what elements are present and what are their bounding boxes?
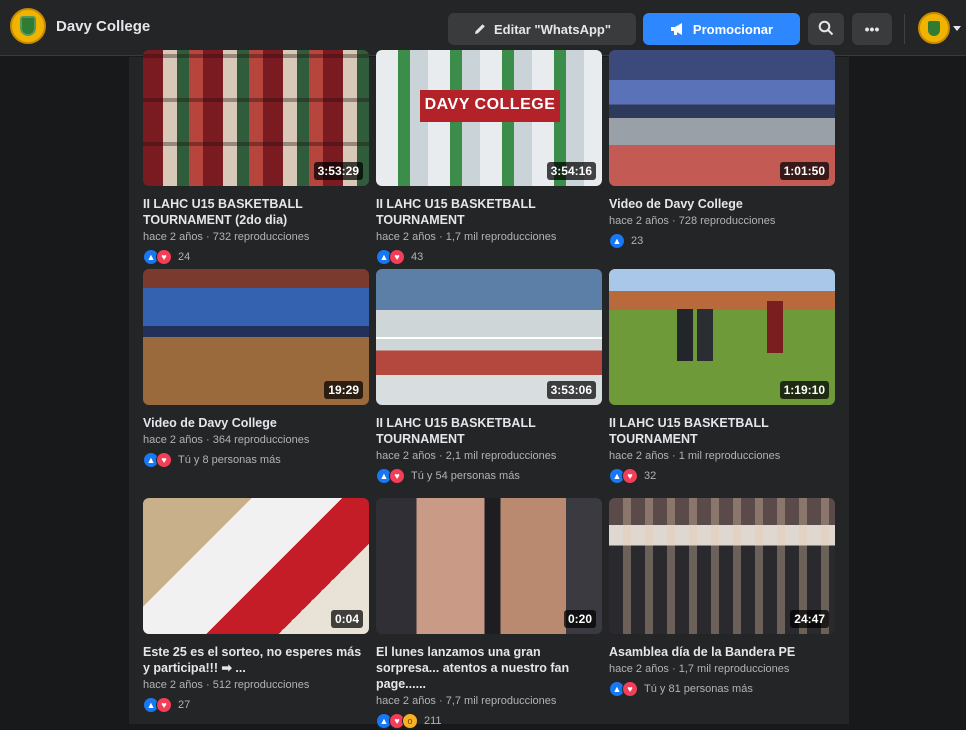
reactions-summary[interactable]: ▲ ♥ 32 (609, 467, 835, 485)
search-button[interactable] (808, 13, 844, 45)
video-thumbnail[interactable]: 0:20 (376, 498, 602, 634)
love-reaction-icon: ♥ (622, 681, 638, 697)
video-card[interactable]: 0:04 Este 25 es el sorteo, no esperes más… (143, 498, 369, 714)
video-title[interactable]: II LAHC U15 BASKETBALL TOURNAMENT (376, 196, 602, 228)
crest-icon (928, 20, 940, 36)
reaction-count: Tú y 8 personas más (178, 454, 281, 466)
video-card[interactable]: 1:19:10 II LAHC U15 BASKETBALL TOURNAMENT… (609, 269, 835, 485)
video-title[interactable]: II LAHC U15 BASKETBALL TOURNAMENT (376, 415, 602, 447)
video-duration: 0:04 (330, 610, 363, 628)
video-title[interactable]: II LAHC U15 BASKETBALL TOURNAMENT (609, 415, 835, 447)
video-meta: hace 2 años · 7,7 mil reproducciones (376, 695, 557, 707)
video-thumbnail[interactable]: 0:04 (143, 498, 369, 634)
video-card[interactable]: 24:47 Asamblea día de la Bandera PE hace 2… (609, 498, 835, 698)
video-title[interactable]: II LAHC U15 BASKETBALL TOURNAMENT (2do d… (143, 196, 369, 228)
video-thumbnail[interactable]: 1:01:50 (609, 50, 835, 186)
video-card[interactable]: 0:20 El lunes lanzamos una gran sorpresa.… (376, 498, 602, 730)
promote-button[interactable]: Promocionar (643, 13, 800, 45)
video-card[interactable]: 3:53:06 II LAHC U15 BASKETBALL TOURNAMENT… (376, 269, 602, 485)
reactions-summary[interactable]: ▲ ♥ Tú y 54 personas más (376, 467, 602, 485)
love-reaction-icon: ♥ (156, 452, 172, 468)
video-meta: hace 2 años · 732 reproducciones (143, 231, 310, 243)
reaction-count: Tú y 54 personas más (411, 470, 520, 482)
reaction-count: Tú y 81 personas más (644, 683, 753, 695)
reactions-summary[interactable]: ▲ ♥ 24 (143, 248, 369, 266)
video-thumbnail[interactable]: 3:53:06 (376, 269, 602, 405)
video-card[interactable]: 3:53:29 II LAHC U15 BASKETBALL TOURNAMENT… (143, 50, 369, 266)
reaction-count: 27 (178, 699, 191, 711)
reaction-count: 23 (631, 235, 644, 247)
video-meta: hace 2 años · 1,7 mil reproducciones (376, 231, 557, 243)
search-icon (818, 20, 834, 39)
video-meta: hace 2 años · 728 reproducciones (609, 215, 776, 227)
reaction-count: 32 (644, 470, 657, 482)
reaction-count: 24 (178, 251, 191, 263)
love-reaction-icon: ♥ (389, 249, 405, 265)
love-reaction-icon: ♥ (389, 468, 405, 484)
thumbnail-text: DAVY COLLEGE (424, 96, 556, 113)
reactions-summary[interactable]: ▲ ♥ Tú y 81 personas más (609, 680, 835, 698)
header-divider (904, 14, 905, 44)
video-duration: 3:53:06 (546, 381, 596, 399)
reactions-summary[interactable]: ▲ ♥ Tú y 8 personas más (143, 451, 369, 469)
video-card[interactable]: DAVY COLLEGE 3:54:16 II LAHC U15 BASKETBAL… (376, 50, 602, 266)
pencil-icon (473, 22, 487, 36)
video-title[interactable]: Video de Davy College (609, 196, 835, 212)
video-duration: 24:47 (790, 610, 829, 628)
video-duration: 1:01:50 (779, 162, 829, 180)
video-meta: hace 2 años · 1 mil reproducciones (609, 450, 781, 462)
reactions-summary[interactable]: ▲ ♥ o 211 (376, 712, 602, 730)
more-options-button[interactable]: ••• (852, 13, 892, 45)
reaction-count: 43 (411, 251, 424, 263)
video-thumbnail[interactable]: 19:29 (143, 269, 369, 405)
video-meta: hace 2 años · 2,1 mil reproducciones (376, 450, 557, 462)
like-reaction-icon: ▲ (609, 233, 625, 249)
page-brand[interactable]: Davy College (10, 8, 150, 44)
wow-reaction-icon: o (402, 713, 418, 729)
megaphone-icon (670, 22, 686, 36)
video-card[interactable]: 19:29 Video de Davy College hace 2 años · … (143, 269, 369, 469)
reactions-summary[interactable]: ▲ ♥ 27 (143, 696, 369, 714)
video-thumbnail[interactable]: 24:47 (609, 498, 835, 634)
reaction-count: 211 (424, 715, 442, 727)
video-meta: hace 2 años · 512 reproducciones (143, 679, 310, 691)
page-logo[interactable] (10, 8, 46, 44)
videos-panel: 3:53:29 II LAHC U15 BASKETBALL TOURNAMENT… (129, 50, 849, 729)
edit-whatsapp-label: Editar "WhatsApp" (493, 21, 612, 37)
video-duration: 0:20 (563, 610, 596, 628)
video-title[interactable]: Video de Davy College (143, 415, 369, 431)
account-avatar[interactable] (918, 12, 950, 44)
ellipsis-icon: ••• (864, 21, 880, 37)
video-duration: 3:53:29 (313, 162, 363, 180)
chevron-down-icon[interactable] (953, 26, 961, 31)
video-thumbnail[interactable]: DAVY COLLEGE 3:54:16 (376, 50, 602, 186)
top-bar: Davy College Editar "WhatsApp" Promocion… (0, 0, 966, 56)
video-title[interactable]: Asamblea día de la Bandera PE (609, 644, 835, 660)
video-meta: hace 2 años · 364 reproducciones (143, 434, 310, 446)
love-reaction-icon: ♥ (622, 468, 638, 484)
video-duration: 19:29 (324, 381, 363, 399)
video-title[interactable]: Este 25 es el sorteo, no esperes más y p… (143, 644, 369, 676)
video-meta: hace 2 años · 1,7 mil reproducciones (609, 663, 790, 675)
video-card[interactable]: 1:01:50 Video de Davy College hace 2 años … (609, 50, 835, 250)
page-name[interactable]: Davy College (56, 18, 150, 35)
love-reaction-icon: ♥ (156, 697, 172, 713)
crest-icon (20, 16, 36, 36)
promote-label: Promocionar (692, 21, 774, 37)
video-duration: 3:54:16 (546, 162, 596, 180)
video-thumbnail[interactable]: 1:19:10 (609, 269, 835, 405)
reactions-summary[interactable]: ▲ ♥ 43 (376, 248, 602, 266)
love-reaction-icon: ♥ (156, 249, 172, 265)
video-title[interactable]: El lunes lanzamos una gran sorpresa... a… (376, 644, 602, 692)
reactions-summary[interactable]: ▲ 23 (609, 232, 835, 250)
edit-whatsapp-button[interactable]: Editar "WhatsApp" (448, 13, 636, 45)
video-duration: 1:19:10 (779, 381, 829, 399)
video-thumbnail[interactable]: 3:53:29 (143, 50, 369, 186)
